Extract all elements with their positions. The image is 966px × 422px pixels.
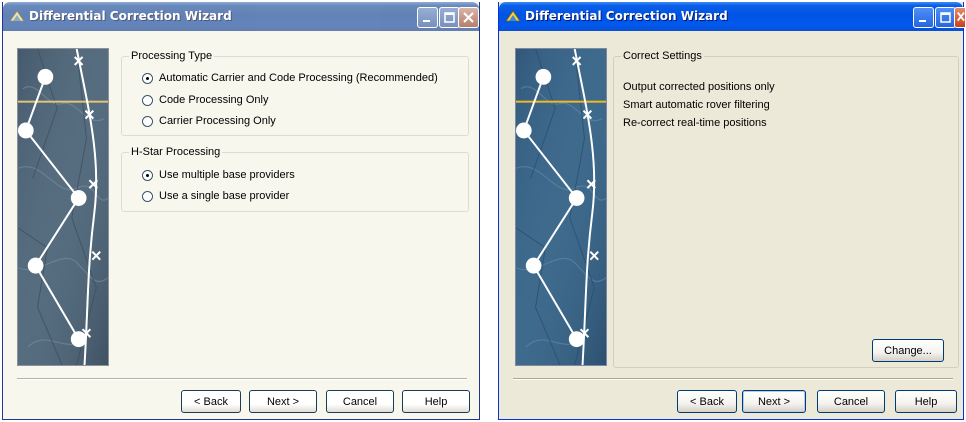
- h-star-processing-group: H-Star Processing Use multiple base prov…: [121, 146, 469, 212]
- processing-type-group: Processing Type Automatic Carrier and Co…: [121, 50, 469, 136]
- wizard-side-image: [515, 48, 607, 366]
- right-wizard-window: Differential Correction Wizard Correct S…: [498, 2, 965, 420]
- close-button[interactable]: [954, 7, 965, 28]
- setting-rover-filtering: Smart automatic rover filtering: [623, 99, 770, 111]
- left-titlebar[interactable]: Differential Correction Wizard: [3, 2, 479, 31]
- group-legend: Correct Settings: [621, 50, 704, 62]
- next-button[interactable]: Next >: [249, 390, 317, 413]
- left-wizard-window: Differential Correction Wizard Processin…: [2, 2, 480, 420]
- minimize-button[interactable]: [913, 7, 934, 28]
- back-button[interactable]: < Back: [181, 390, 241, 413]
- minimize-icon: [423, 20, 430, 22]
- radio-button[interactable]: [142, 115, 153, 127]
- setting-recorrect-realtime: Re-correct real-time positions: [623, 117, 767, 129]
- group-legend: Processing Type: [129, 50, 215, 62]
- right-titlebar[interactable]: Differential Correction Wizard: [499, 2, 965, 31]
- radio-label[interactable]: Code Processing Only: [159, 94, 268, 106]
- change-button[interactable]: Change...: [872, 339, 944, 362]
- maximize-icon: [444, 12, 455, 23]
- help-button[interactable]: Help: [895, 390, 957, 413]
- window-title: Differential Correction Wizard: [29, 9, 232, 23]
- radio-label[interactable]: Use a single base provider: [159, 190, 289, 202]
- maximize-button[interactable]: [439, 7, 460, 28]
- radio-carrier-only[interactable]: Carrier Processing Only: [142, 114, 276, 128]
- separator: [17, 378, 467, 380]
- window-title: Differential Correction Wizard: [525, 9, 728, 23]
- separator: [513, 378, 953, 380]
- app-logo-icon: [9, 9, 25, 23]
- minimize-icon: [919, 20, 926, 22]
- radio-button[interactable]: [142, 72, 153, 84]
- cancel-button[interactable]: Cancel: [817, 390, 885, 413]
- minimize-button[interactable]: [417, 7, 438, 28]
- close-icon: [463, 12, 474, 23]
- help-button[interactable]: Help: [402, 390, 470, 413]
- back-button[interactable]: < Back: [677, 390, 737, 413]
- app-logo-icon: [505, 9, 521, 23]
- maximize-button[interactable]: [935, 7, 956, 28]
- setting-output-corrected: Output corrected positions only: [623, 81, 775, 93]
- group-legend: H-Star Processing: [129, 146, 223, 158]
- close-button[interactable]: [458, 7, 479, 28]
- radio-label[interactable]: Carrier Processing Only: [159, 115, 276, 127]
- radio-button[interactable]: [142, 190, 153, 202]
- radio-multiple-base-providers[interactable]: Use multiple base providers: [142, 168, 295, 182]
- correct-settings-group: Correct Settings Output corrected positi…: [613, 50, 959, 368]
- next-button[interactable]: Next >: [742, 390, 806, 413]
- wizard-side-image: [17, 48, 109, 366]
- cancel-button[interactable]: Cancel: [326, 390, 394, 413]
- radio-button[interactable]: [142, 169, 153, 181]
- radio-label[interactable]: Automatic Carrier and Code Processing (R…: [159, 72, 438, 84]
- radio-single-base-provider[interactable]: Use a single base provider: [142, 189, 289, 203]
- radio-code-only[interactable]: Code Processing Only: [142, 93, 268, 107]
- close-icon: [957, 11, 965, 22]
- radio-automatic-carrier-code[interactable]: Automatic Carrier and Code Processing (R…: [142, 71, 438, 85]
- radio-button[interactable]: [142, 94, 153, 106]
- maximize-icon: [940, 12, 951, 23]
- radio-label[interactable]: Use multiple base providers: [159, 169, 295, 181]
